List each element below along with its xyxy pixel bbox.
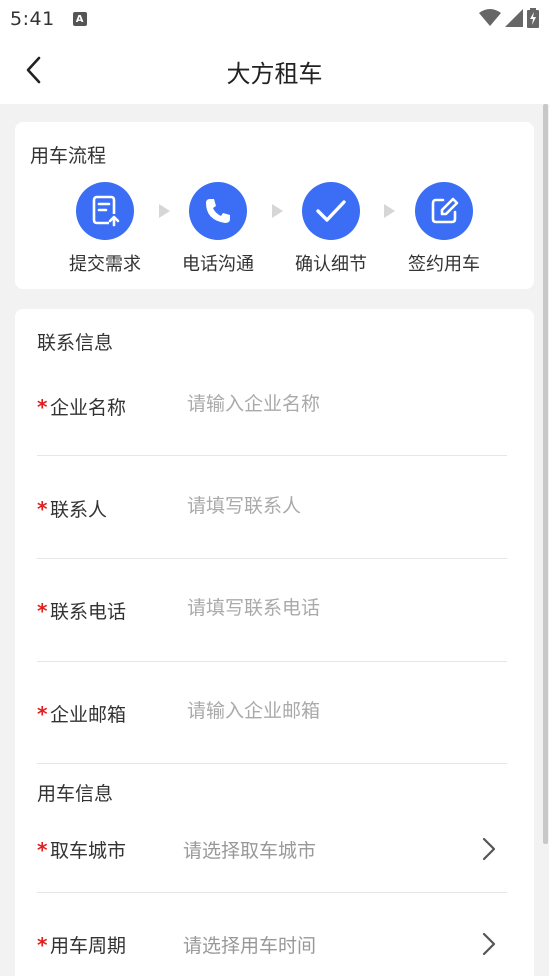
step-circle	[415, 182, 473, 240]
rental-period-select[interactable]: 请选择用车时间	[183, 931, 316, 958]
company-email-row: * 企业邮箱	[37, 700, 507, 730]
rental-period-row[interactable]: * 用车周期 请选择用车时间	[37, 931, 507, 963]
step-label: 确认细节	[295, 254, 367, 275]
rental-period-label: 用车周期	[50, 935, 127, 957]
chevron-right-icon	[482, 837, 496, 861]
required-marker: *	[37, 933, 48, 957]
accessibility-notification-icon: A	[72, 12, 87, 26]
required-marker: *	[37, 497, 48, 521]
contact-phone-input[interactable]	[187, 597, 487, 619]
process-card: 用车流程 提交需求 电话沟通 确认细节 签约用车	[15, 122, 534, 289]
company-name-input[interactable]	[187, 393, 487, 415]
process-title: 用车流程	[30, 145, 107, 167]
step-circle	[189, 182, 247, 240]
contact-person-label: 联系人	[50, 499, 108, 521]
document-upload-icon	[92, 195, 120, 227]
scrollbar[interactable]	[543, 104, 548, 844]
required-marker: *	[37, 599, 48, 623]
wifi-icon	[479, 9, 501, 26]
company-name-row: * 企业名称	[37, 393, 507, 423]
check-icon	[316, 200, 346, 222]
required-marker: *	[37, 702, 48, 726]
screen: 5:41 A 大方租车 用车流程 提交需求 电话沟通 确认细节 签约用车 联系信…	[0, 0, 549, 976]
pickup-city-select[interactable]: 请选择取车城市	[183, 836, 316, 863]
step-sign: 签约用车	[389, 182, 499, 276]
chevron-right-icon	[482, 932, 496, 956]
contact-phone-row: * 联系电话	[37, 597, 507, 627]
phone-icon	[206, 199, 230, 223]
step-circle	[302, 182, 360, 240]
form-card: 联系信息 * 企业名称 * 联系人 * 联系电话 * 企业邮箱 用车信息 *	[15, 309, 534, 976]
status-icons	[479, 8, 539, 28]
usage-section-title: 用车信息	[37, 783, 114, 805]
required-marker: *	[37, 395, 48, 419]
step-label: 提交需求	[69, 254, 141, 275]
page-title: 大方租车	[226, 60, 323, 88]
contact-person-input[interactable]	[187, 495, 487, 517]
app-header: 大方租车	[0, 38, 549, 104]
contact-phone-label: 联系电话	[50, 601, 127, 623]
step-label: 签约用车	[408, 254, 480, 275]
battery-charging-icon	[527, 8, 539, 28]
edit-icon	[431, 197, 459, 224]
step-submit: 提交需求	[50, 182, 160, 276]
pickup-city-row[interactable]: * 取车城市 请选择取车城市	[37, 836, 507, 868]
divider	[37, 892, 507, 893]
required-marker: *	[37, 838, 48, 862]
status-time: 5:41	[10, 8, 55, 30]
company-name-label: 企业名称	[50, 397, 127, 419]
divider	[37, 763, 507, 764]
status-bar: 5:41 A	[0, 0, 549, 38]
divider	[37, 661, 507, 662]
pickup-city-label: 取车城市	[50, 840, 127, 862]
company-email-input[interactable]	[187, 700, 487, 722]
step-confirm: 确认细节	[276, 182, 386, 276]
contact-person-row: * 联系人	[37, 495, 507, 525]
divider	[37, 558, 507, 559]
contact-section-title: 联系信息	[37, 332, 114, 354]
step-circle	[76, 182, 134, 240]
divider	[37, 455, 507, 456]
step-label: 电话沟通	[182, 254, 254, 275]
company-email-label: 企业邮箱	[50, 704, 127, 726]
signal-icon	[505, 9, 523, 27]
step-call: 电话沟通	[163, 182, 273, 276]
